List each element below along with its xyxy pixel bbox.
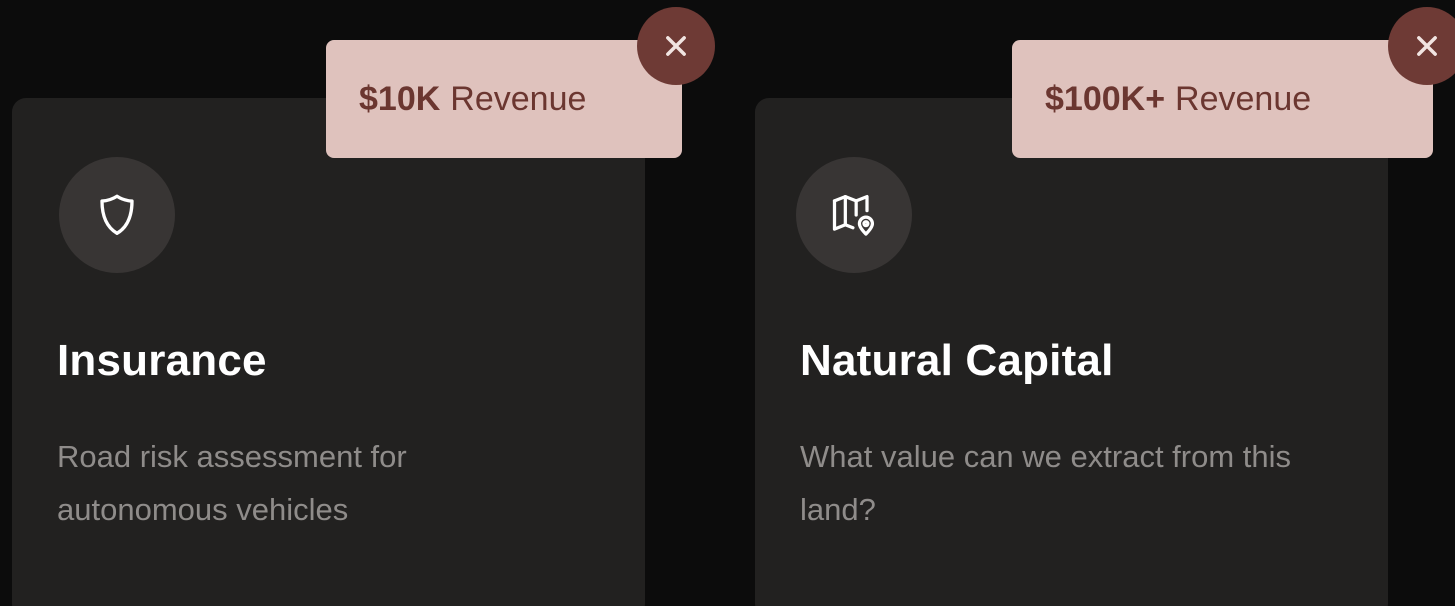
revenue-label: Revenue xyxy=(450,79,587,118)
close-icon xyxy=(666,36,686,56)
close-button[interactable] xyxy=(637,7,715,85)
icon-badge-circle xyxy=(796,157,912,273)
cards-stage: Insurance Road risk assessment for auton… xyxy=(0,0,1455,606)
card-description: What value can we extract from this land… xyxy=(800,439,1292,527)
close-icon xyxy=(1417,36,1437,56)
card-insurance[interactable]: Insurance Road risk assessment for auton… xyxy=(12,98,645,606)
revenue-badge: $10K Revenue xyxy=(326,40,682,158)
card-description: Road risk assessment for autonomous vehi… xyxy=(57,439,407,527)
revenue-amount: $100K+ xyxy=(1045,79,1166,118)
shield-icon xyxy=(100,194,134,235)
card-title: Natural Capital xyxy=(800,336,1114,385)
revenue-label: Revenue xyxy=(1175,79,1312,118)
revenue-badge: $100K+ Revenue xyxy=(1012,40,1433,158)
revenue-amount: $10K xyxy=(359,79,441,118)
map-pin-icon xyxy=(832,194,875,236)
card-title: Insurance xyxy=(57,336,267,385)
icon-badge-circle xyxy=(59,157,175,273)
card-natural-capital[interactable]: Natural Capital What value can we extrac… xyxy=(755,98,1388,606)
